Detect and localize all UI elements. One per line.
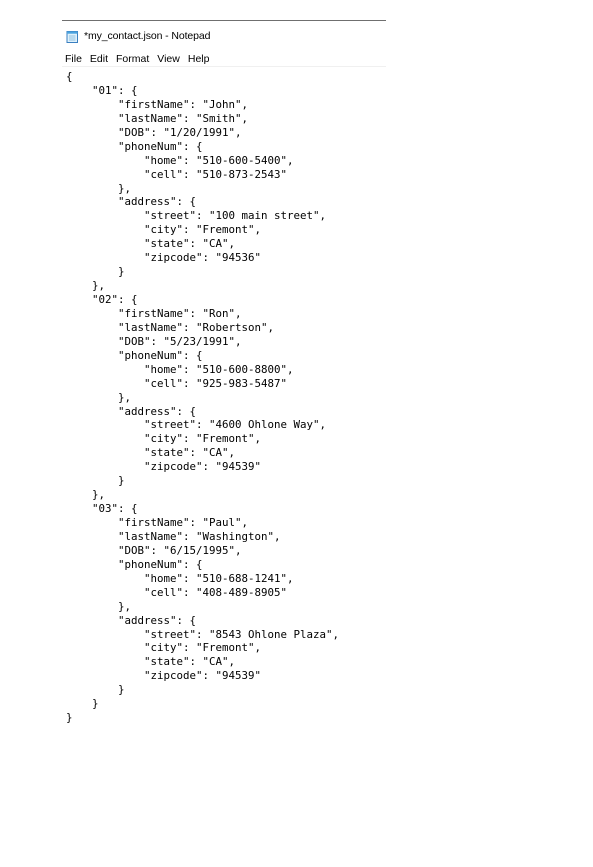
editor-line: "cell": "408-489-8905" — [66, 585, 288, 599]
editor-line: "DOB": "5/23/1991", — [66, 334, 242, 348]
editor-line: "state": "CA", — [66, 446, 236, 460]
editor-line: "firstName": "Paul", — [66, 516, 249, 529]
editor-line: } — [66, 711, 73, 725]
editor-line: "city": "Fremont", — [66, 432, 262, 446]
editor-line: "address": { — [66, 195, 197, 209]
editor-line: }, — [66, 181, 132, 195]
editor-line: "phoneNum": { — [66, 139, 203, 153]
editor-line: } — [66, 683, 125, 697]
editor-line: }, — [66, 599, 132, 613]
editor-line: "firstName": "John", — [66, 97, 249, 111]
editor-line: "phoneNum": { — [66, 557, 203, 571]
editor-line: }, — [66, 279, 106, 293]
editor-line: "zipcode": "94536" — [66, 251, 262, 265]
title-bar-border — [62, 20, 386, 21]
editor-line: "address": { — [66, 404, 197, 418]
editor-line: "firstName": "Ron", — [66, 306, 242, 320]
editor-line: "01": { — [66, 83, 138, 97]
editor-line: "lastName": "Washington", — [66, 529, 281, 543]
menu-view[interactable]: View — [153, 52, 184, 66]
editor-line: "lastName": "Smith", — [66, 111, 249, 125]
editor-line: "cell": "510-873-2543" — [66, 167, 288, 181]
editor-line: "city": "Fremont", — [66, 223, 262, 237]
editor-line: "city": "Fremont", — [66, 641, 262, 655]
editor-line: "phoneNum": { — [66, 348, 203, 362]
editor-line: "state": "CA", — [66, 655, 236, 669]
editor-line: "home": "510-688-1241", — [66, 571, 294, 585]
editor-line: "cell": "925-983-5487" — [66, 376, 288, 390]
editor-line: "DOB": "6/15/1995", — [66, 543, 242, 557]
notepad-icon — [66, 30, 79, 43]
editor-line: "home": "510-600-8800", — [66, 362, 294, 376]
editor-line: "02": { — [66, 293, 138, 306]
editor-line: }, — [66, 488, 106, 502]
editor-line: "street": "100 main street", — [66, 209, 327, 223]
editor-line: "03": { — [66, 502, 138, 516]
menu-format[interactable]: Format — [112, 52, 153, 66]
menu-help[interactable]: Help — [184, 52, 214, 66]
editor-line: }, — [66, 390, 132, 404]
editor-line: "address": { — [66, 613, 197, 627]
editor-line: "zipcode": "94539" — [66, 669, 262, 683]
editor-line: "zipcode": "94539" — [66, 460, 262, 474]
menu-edit[interactable]: Edit — [86, 52, 112, 66]
text-editor-area[interactable]: { "01": { "firstName": "John", "lastName… — [66, 70, 339, 725]
editor-line: "street": "8543 Ohlone Plaza", — [66, 627, 340, 641]
editor-line: } — [66, 697, 99, 711]
menu-bar: File Edit Format View Help — [62, 51, 386, 67]
editor-line: "state": "CA", — [66, 237, 236, 251]
editor-line: "street": "4600 Ohlone Way", — [66, 418, 327, 432]
editor-line: "lastName": "Robertson", — [66, 320, 275, 334]
menu-file[interactable]: File — [62, 52, 86, 66]
editor-line: "DOB": "1/20/1991", — [66, 125, 242, 139]
editor-line: { — [66, 70, 73, 83]
editor-line: "home": "510-600-5400", — [66, 153, 294, 167]
window-title: *my_contact.json - Notepad — [84, 30, 211, 42]
title-bar[interactable]: *my_contact.json - Notepad — [66, 28, 210, 44]
editor-line: } — [66, 474, 125, 488]
editor-line: } — [66, 265, 125, 279]
